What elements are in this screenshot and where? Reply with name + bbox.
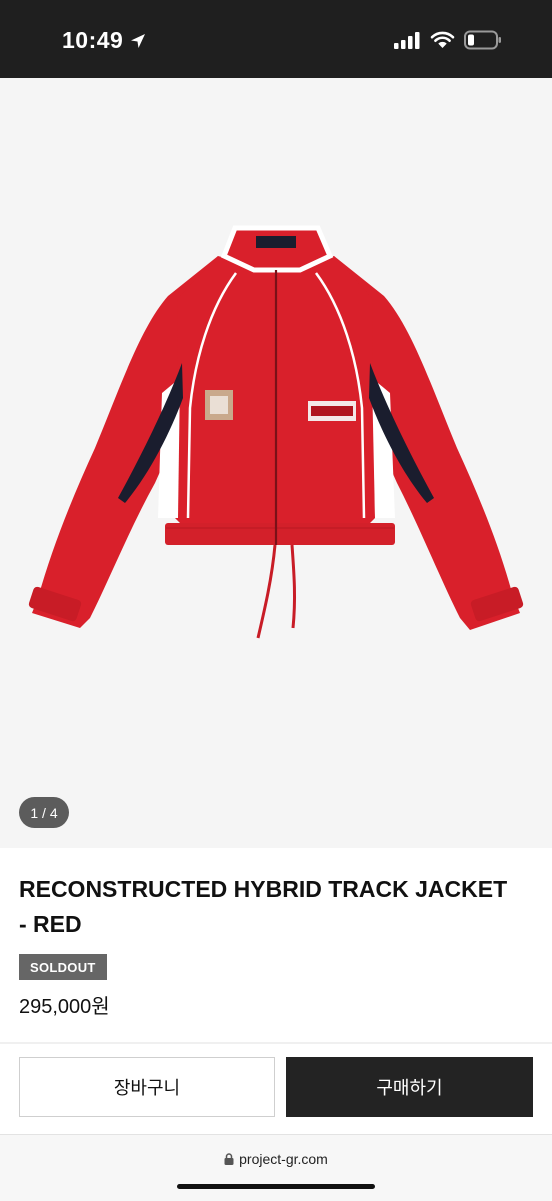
browser-url-bar[interactable]: project-gr.com <box>0 1134 552 1201</box>
home-indicator[interactable] <box>177 1184 375 1189</box>
status-time: 10:49 <box>62 27 147 54</box>
status-icons <box>394 30 502 50</box>
jacket-emblem <box>205 390 233 420</box>
url-text: project-gr.com <box>239 1151 328 1167</box>
product-title: RECONSTRUCTED HYBRID TRACK JACKET - RED <box>19 876 508 937</box>
signal-icon <box>394 31 420 49</box>
location-arrow-icon <box>131 33 146 48</box>
clock-label: 10:49 <box>62 27 124 53</box>
buy-now-button[interactable]: 구매하기 <box>286 1057 533 1117</box>
battery-icon <box>464 30 501 50</box>
url-display[interactable]: project-gr.com <box>0 1151 552 1167</box>
product-info: RECONSTRUCTED HYBRID TRACK JACKET - RED … <box>19 872 519 1019</box>
jacket-text-patch <box>308 401 356 421</box>
product-price: 295,000원 <box>19 996 110 1018</box>
divider <box>0 1042 552 1044</box>
status-bar: 10:49 <box>0 0 552 78</box>
wifi-icon <box>430 31 455 48</box>
jacket-illustration <box>28 225 524 639</box>
status-badge: SOLDOUT <box>19 954 107 980</box>
lock-icon <box>224 1153 234 1165</box>
image-page-indicator: 1 / 4 <box>19 797 69 828</box>
product-image[interactable] <box>0 78 552 848</box>
add-to-cart-button[interactable]: 장바구니 <box>19 1057 275 1117</box>
